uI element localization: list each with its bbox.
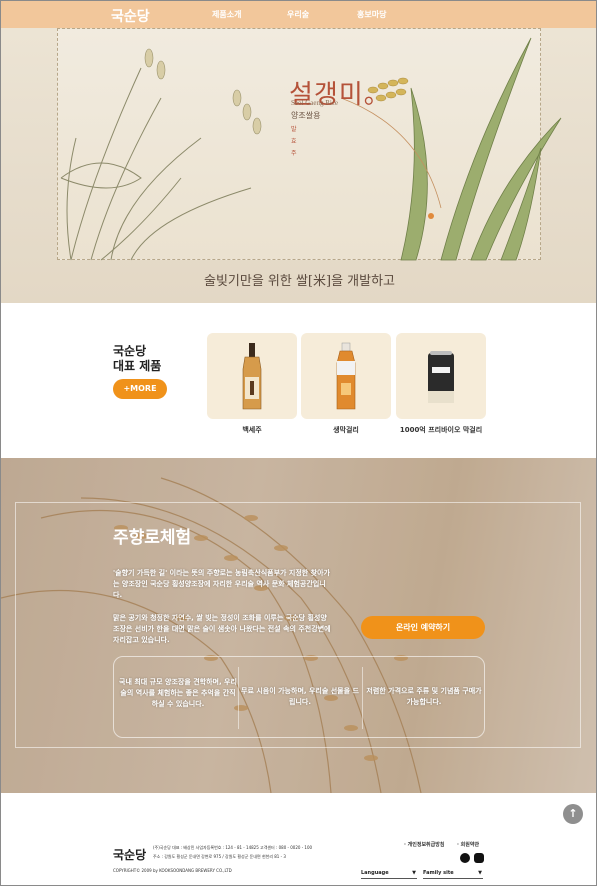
nav-item-our-liquor[interactable]: 우리술 — [287, 9, 309, 20]
footer-address: 주소 : 강원도 횡성군 둔내면 강변로 975 / 강원도 횡성군 둔내면 현… — [153, 854, 286, 859]
experience-title: 주향로체험 — [113, 528, 192, 548]
brand-subtitle: 양조쌀용 — [291, 111, 321, 120]
more-button[interactable]: +MORE — [113, 379, 167, 399]
products-title-line2: 대표 제품 — [113, 359, 162, 373]
top-nav: 국순당 제품소개 우리술 홍보마당 — [1, 1, 596, 28]
language-select[interactable]: Language ▼ — [361, 869, 417, 879]
product-card-saeng-makgeolli[interactable] — [301, 333, 391, 419]
makgeolli-bottle-image — [336, 342, 356, 410]
prebiotic-can-image — [428, 351, 454, 403]
brand-seal: 발 효 주 — [291, 126, 297, 157]
feature-tasting: 무료 시음이 가능하며, 우리술 선물을 드립니다. — [241, 687, 359, 706]
nav-item-products[interactable]: 제품소개 — [212, 9, 241, 20]
feature-shop: 저렴한 가격으로 주류 및 기념품 구매가 가능합니다. — [366, 687, 482, 706]
product-card-prebiotic-makgeolli[interactable] — [396, 333, 486, 419]
feature-divider — [362, 667, 363, 729]
brand-english-name: Seol Gaeng Rice — [291, 99, 339, 107]
baekseju-bottle-image — [242, 343, 262, 410]
chevron-down-icon: ▼ — [478, 870, 482, 876]
family-site-select[interactable]: Family site ▼ — [423, 869, 483, 879]
feature-divider — [238, 667, 239, 729]
online-reservation-button[interactable]: 온라인 예약하기 — [361, 616, 485, 639]
scroll-to-top-button[interactable]: ↑ — [563, 804, 583, 824]
hero-banner: 설갱미。 Seol Gaeng Rice 양조쌀용 발 효 주 술빚기만을 위한… — [1, 28, 596, 303]
product-card-baekseju[interactable] — [207, 333, 297, 419]
footer-company-info: (주)국순당 대표 : 배상민 사업자등록번호 : 124 - 81 - 148… — [153, 845, 313, 850]
chevron-down-icon: ▼ — [412, 870, 416, 876]
footer-copyright: COPYRIGHT© 2009 by KOOKSOONDANG BREWERY … — [113, 868, 232, 873]
experience-description-2: 맑은 공기와 청정한 자연수, 쌀 빚는 정성이 조화를 이루는 국순당 횡성양… — [113, 614, 331, 644]
feature-tour: 국내 최대 규모 양조장을 견학하며, 우리술의 역사를 체험하는 좋은 추억을… — [119, 678, 237, 708]
experience-features-box: 국내 최대 규모 양조장을 견학하며, 우리술의 역사를 체험하는 좋은 추억을… — [113, 656, 485, 738]
terms-link[interactable]: · 회원약관 — [457, 841, 479, 848]
privacy-policy-link[interactable]: · 개인정보취급방침 — [404, 841, 444, 848]
product-name-saeng-makgeolli[interactable]: 생막걸리 — [301, 425, 391, 435]
product-name-baekseju[interactable]: 백세주 — [207, 425, 297, 435]
facebook-icon[interactable] — [460, 853, 470, 863]
family-site-select-label: Family site — [423, 870, 454, 876]
footer-logo: 국순당 — [113, 848, 147, 862]
experience-section: 주향로체험 '술향기 가득한 길' 이라는 뜻의 주향로는 농림축산식품부가 지… — [1, 458, 596, 793]
logo[interactable]: 국순당 — [111, 6, 150, 26]
instagram-icon[interactable] — [474, 853, 484, 863]
products-title-line1: 국순당 — [113, 344, 147, 358]
product-name-prebiotic-makgeolli[interactable]: 1000억 프리바이오 막걸리 — [396, 425, 486, 435]
language-select-label: Language — [361, 870, 389, 876]
products-section-title: 국순당 대표 제품 — [113, 344, 161, 374]
nav-item-pr[interactable]: 홍보마당 — [357, 9, 386, 20]
page: 국순당 제품소개 우리술 홍보마당 설갱미。 Seol Gaeng Rice 양… — [0, 0, 597, 886]
experience-description-1: '술향기 가득한 길' 이라는 뜻의 주향로는 농림축산식품부가 지정한 찾아가… — [113, 569, 330, 599]
hero-slogan: 술빚기만을 위한 쌀[米]을 개발하고 — [203, 274, 396, 289]
